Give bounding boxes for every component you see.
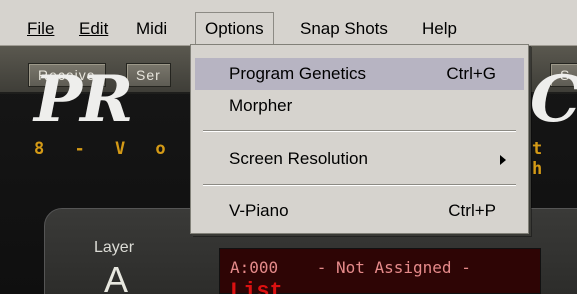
options-dropdown: Program Genetics Ctrl+G Morpher Screen R… — [190, 44, 529, 234]
logo: PR — [34, 62, 133, 137]
menu-bar: File Edit Midi Options Snap Shots Help — [0, 0, 577, 46]
program-line: A:000 - Not Assigned - — [230, 258, 471, 277]
menu-edit[interactable]: Edit — [70, 14, 117, 44]
menu-options[interactable]: Options — [195, 12, 274, 46]
menu-snap-shots[interactable]: Snap Shots — [291, 14, 397, 44]
logo-tail: C — [530, 62, 577, 137]
shortcut-ctrl-g: Ctrl+G — [446, 64, 496, 83]
submenu-arrow-icon — [500, 155, 506, 165]
send-button[interactable]: Ser — [126, 63, 171, 87]
menu-item-v-piano[interactable]: V-Piano Ctrl+P — [195, 195, 524, 227]
menu-separator — [203, 130, 516, 132]
layer-label: Layer — [94, 239, 135, 256]
menu-midi[interactable]: Midi — [127, 14, 176, 44]
program-name: List — [230, 279, 283, 294]
shortcut-ctrl-p: Ctrl+P — [448, 201, 496, 220]
menu-help[interactable]: Help — [413, 14, 466, 44]
menu-separator — [203, 184, 516, 186]
menu-file[interactable]: File — [18, 14, 63, 44]
program-display[interactable]: A:000 - Not Assigned - List — [219, 248, 541, 294]
menu-item-program-genetics[interactable]: Program Genetics Ctrl+G — [195, 58, 524, 90]
layer-value[interactable]: A — [104, 262, 128, 294]
subtitle-right: t h — [532, 139, 553, 179]
menu-item-screen-resolution[interactable]: Screen Resolution — [195, 143, 524, 175]
menu-item-morpher[interactable]: Morpher — [195, 90, 524, 122]
